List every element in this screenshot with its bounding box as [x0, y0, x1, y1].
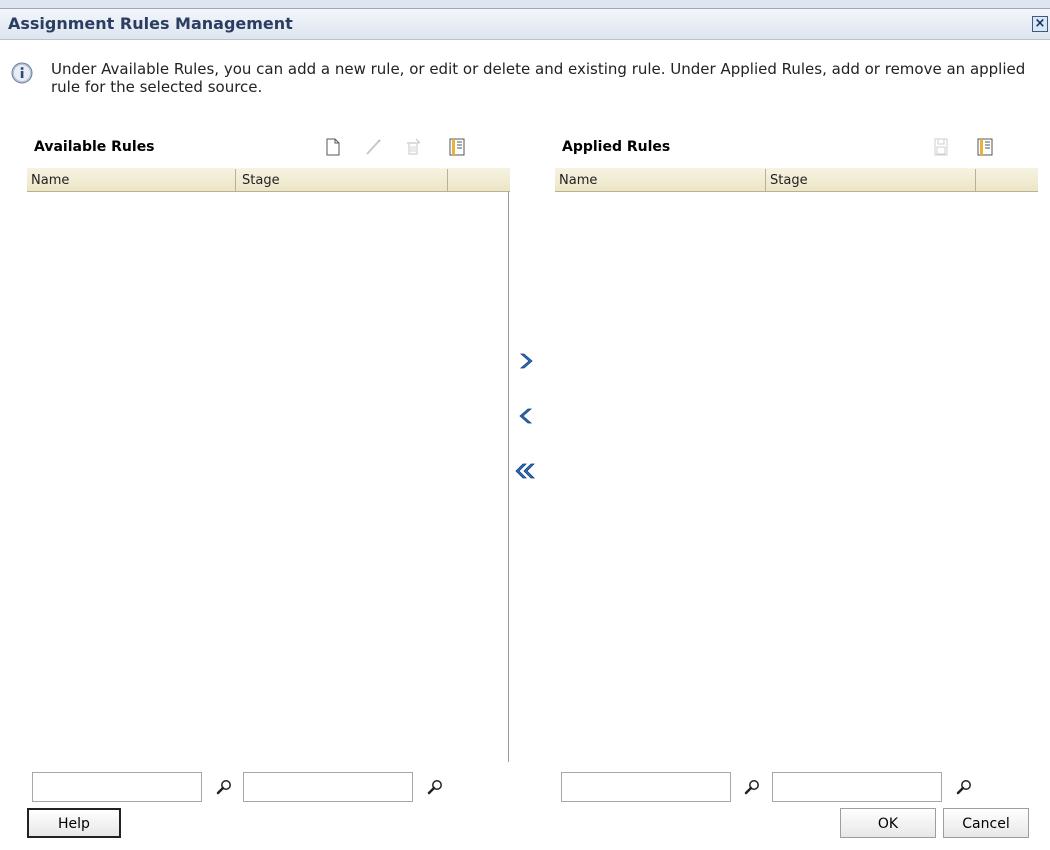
move-all-left-icon[interactable] [514, 460, 536, 482]
column-header-name[interactable]: Name [559, 173, 597, 188]
column-divider [235, 169, 236, 191]
column-header-name[interactable]: Name [31, 173, 69, 188]
available-name-filter-input[interactable] [32, 772, 202, 802]
applied-name-filter-input[interactable] [561, 772, 731, 802]
close-icon[interactable]: × [1032, 16, 1048, 32]
column-header-stage[interactable]: Stage [770, 173, 808, 188]
info-icon [11, 62, 33, 84]
edit-rule-icon[interactable] [363, 136, 383, 158]
move-left-icon[interactable] [515, 405, 537, 427]
info-message: Under Available Rules, you can add a new… [51, 60, 1026, 96]
window-top-strip [0, 0, 1050, 9]
column-divider [975, 169, 976, 191]
column-header-stage[interactable]: Stage [242, 173, 280, 188]
ok-button[interactable]: OK [840, 808, 936, 838]
save-icon[interactable] [931, 136, 951, 158]
detach-table-icon[interactable] [975, 136, 995, 158]
column-divider [765, 169, 766, 191]
dialog-title: Assignment Rules Management [8, 14, 293, 33]
detach-table-icon[interactable] [447, 136, 467, 158]
available-rules-table-header: Name Stage [27, 168, 510, 192]
available-rules-table-border [508, 192, 509, 762]
search-icon[interactable] [743, 778, 761, 796]
dialog-titlebar: Assignment Rules Management × [0, 9, 1050, 40]
available-stage-filter-input[interactable] [243, 772, 413, 802]
delete-rule-icon[interactable] [403, 136, 423, 158]
cancel-button[interactable]: Cancel [943, 808, 1029, 838]
move-right-icon[interactable] [515, 350, 537, 372]
available-rules-title: Available Rules [34, 139, 155, 155]
search-icon[interactable] [215, 778, 233, 796]
search-icon[interactable] [426, 778, 444, 796]
applied-rules-table-header: Name Stage [555, 168, 1038, 192]
new-rule-icon[interactable] [323, 136, 343, 158]
help-button[interactable]: Help [27, 808, 121, 838]
search-icon[interactable] [955, 778, 973, 796]
applied-rules-title: Applied Rules [562, 139, 671, 155]
applied-stage-filter-input[interactable] [772, 772, 942, 802]
column-divider [447, 169, 448, 191]
